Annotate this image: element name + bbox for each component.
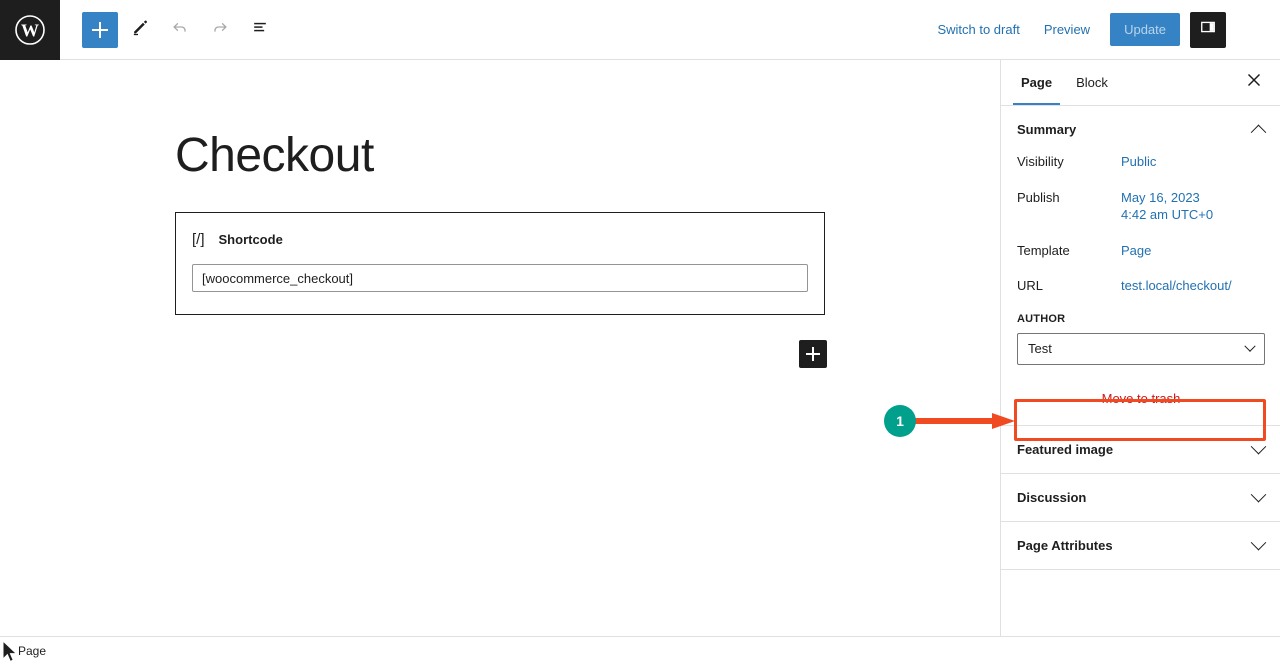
summary-panel-header[interactable]: Summary	[1001, 106, 1280, 153]
breadcrumb[interactable]: Page	[18, 644, 46, 658]
editor-canvas[interactable]: Checkout [/] Shortcode	[0, 60, 1000, 636]
publish-time: 4:42 am UTC+0	[1121, 207, 1214, 223]
pencil-icon	[130, 17, 150, 42]
shortcode-input[interactable]	[192, 264, 808, 292]
publish-date: May 16, 2023	[1121, 189, 1200, 205]
update-button[interactable]: Update	[1110, 13, 1180, 46]
sidebar-divider	[1001, 568, 1280, 570]
discussion-panel-header[interactable]: Discussion	[1001, 474, 1280, 521]
redo-button[interactable]	[202, 12, 238, 48]
shortcode-icon: [/]	[192, 231, 205, 248]
sidebar-tabs: Page Block	[1001, 60, 1280, 106]
featured-image-panel[interactable]: Featured image	[1001, 424, 1280, 473]
preview-button[interactable]: Preview	[1032, 14, 1102, 45]
wordpress-logo-button[interactable]: W	[0, 0, 60, 60]
page-title[interactable]: Checkout	[175, 128, 374, 183]
settings-panel-icon	[1198, 17, 1218, 42]
undo-button[interactable]	[162, 12, 198, 48]
shortcode-block[interactable]: [/] Shortcode	[175, 212, 825, 315]
move-to-trash-button[interactable]: Move to trash	[1017, 380, 1265, 417]
summary-row-publish: Publish May 16, 2023 4:42 am UTC+0	[1017, 189, 1264, 224]
edit-mode-button[interactable]	[122, 12, 158, 48]
shortcode-block-header: [/] Shortcode	[192, 231, 808, 248]
summary-row-visibility: Visibility Public	[1017, 153, 1264, 171]
publish-value[interactable]: May 16, 2023 4:42 am UTC+0	[1121, 189, 1213, 224]
add-block-button[interactable]	[82, 11, 118, 48]
url-label: URL	[1017, 278, 1044, 294]
block-inserter-button[interactable]	[799, 340, 827, 368]
author-label: AUTHOR	[1017, 312, 1066, 325]
chevron-down-icon	[1250, 534, 1267, 551]
chevron-down-icon	[1244, 340, 1256, 352]
featured-image-panel-header[interactable]: Featured image	[1001, 426, 1280, 473]
summary-panel-body: Visibility Public Publish May 16, 2023 4…	[1001, 153, 1280, 425]
template-value[interactable]: Page	[1121, 242, 1151, 260]
close-icon	[1246, 72, 1262, 93]
summary-panel-title: Summary	[1017, 122, 1077, 137]
visibility-value[interactable]: Public	[1121, 153, 1156, 171]
settings-sidebar: Page Block Summary Visibility Public Pub…	[1000, 60, 1280, 636]
tab-block[interactable]: Block	[1064, 61, 1120, 104]
summary-row-template: Template Page	[1017, 242, 1264, 260]
template-label: Template	[1017, 242, 1070, 258]
header-actions: Switch to draft Preview Update	[925, 11, 1280, 48]
wordpress-logo-icon: W	[14, 14, 46, 46]
publish-label: Publish	[1017, 189, 1060, 205]
discussion-panel[interactable]: Discussion	[1001, 472, 1280, 521]
page-attributes-panel[interactable]: Page Attributes	[1001, 520, 1280, 569]
page-attributes-panel-header[interactable]: Page Attributes	[1001, 522, 1280, 569]
switch-to-draft-button[interactable]: Switch to draft	[925, 14, 1031, 45]
visibility-label: Visibility	[1017, 154, 1064, 169]
editor-header: W Switch to draft Preview Update	[0, 0, 1280, 60]
wordpress-block-editor: W Switch to draft Preview Update Checkou…	[0, 0, 1280, 664]
author-select[interactable]: Test	[1017, 332, 1265, 365]
discussion-panel-title: Discussion	[1017, 489, 1087, 505]
chevron-down-icon	[1250, 486, 1267, 503]
svg-text:W: W	[21, 20, 39, 40]
list-view-icon	[250, 17, 270, 42]
featured-image-panel-title: Featured image	[1017, 441, 1114, 457]
more-options-button[interactable]	[1230, 12, 1266, 48]
plus-icon	[806, 347, 820, 361]
chevron-up-icon	[1250, 124, 1267, 141]
url-value[interactable]: test.local/checkout/	[1121, 277, 1232, 295]
editor-footer: Page	[0, 636, 1280, 664]
shortcode-block-label: Shortcode	[218, 232, 283, 247]
summary-row-url: URL test.local/checkout/	[1017, 277, 1264, 295]
author-selected-value: Test	[1028, 341, 1052, 357]
redo-arrow-icon	[210, 17, 230, 42]
settings-sidebar-toggle-button[interactable]	[1190, 11, 1226, 48]
page-attributes-panel-title: Page Attributes	[1017, 537, 1113, 553]
chevron-down-icon	[1250, 438, 1267, 455]
close-sidebar-button[interactable]	[1236, 65, 1272, 101]
editor-toolbar	[82, 11, 278, 48]
tab-page[interactable]: Page	[1009, 61, 1064, 105]
list-view-button[interactable]	[242, 12, 278, 48]
plus-icon	[91, 21, 109, 39]
undo-arrow-icon	[170, 17, 190, 42]
